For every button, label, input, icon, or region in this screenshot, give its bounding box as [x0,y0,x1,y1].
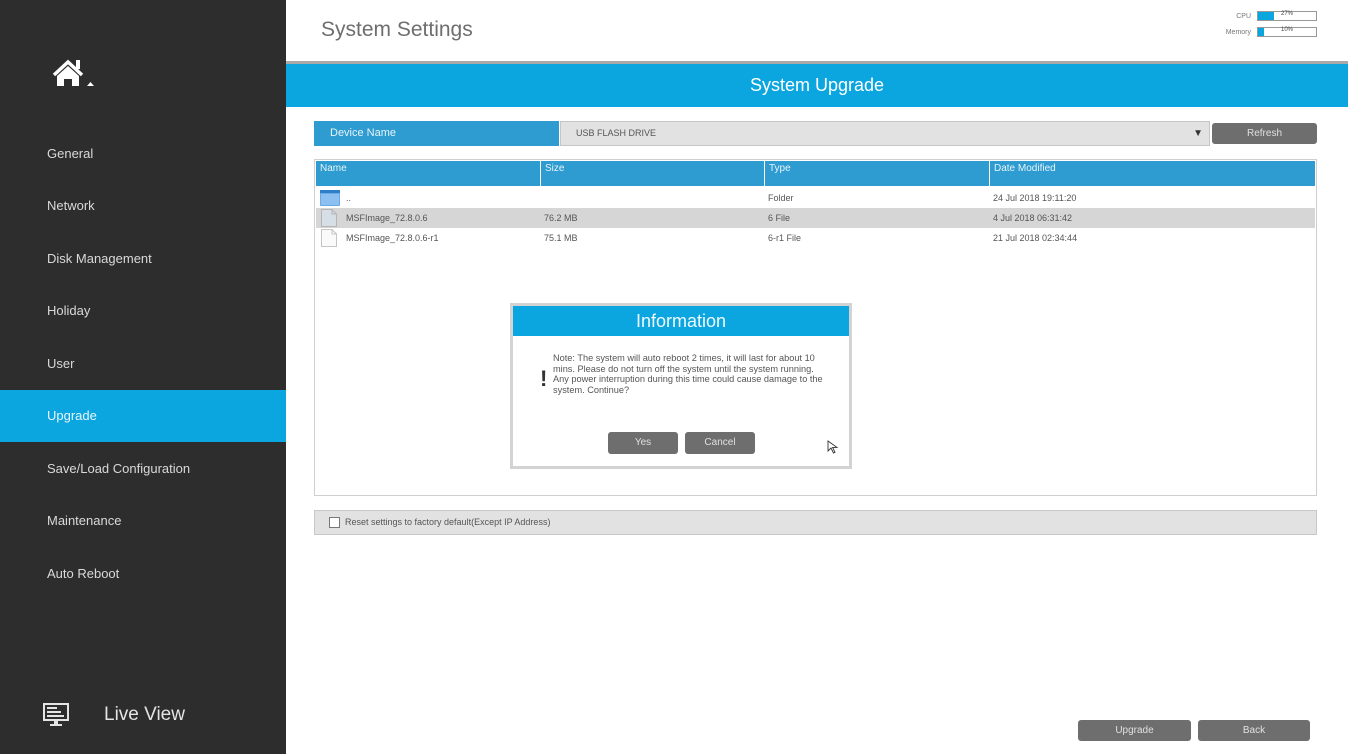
column-header-size[interactable]: Size [541,161,765,186]
section-banner: System Upgrade [286,64,1348,107]
factory-reset-label: Reset settings to factory default(Except… [345,517,551,527]
file-type: 6 File [768,213,791,223]
cancel-button[interactable]: Cancel [685,432,755,454]
sidebar-item-general[interactable]: General [0,128,286,180]
sidebar-item-maintenance[interactable]: Maintenance [0,495,286,547]
dialog-message: Note: The system will auto reboot 2 time… [553,353,823,395]
information-dialog: Information ! Note: The system will auto… [510,303,852,469]
upgrade-button[interactable]: Upgrade [1078,720,1191,741]
home-button[interactable] [52,58,102,98]
memory-bar: 10% [1257,27,1317,37]
table-row[interactable]: MSFImage_72.8.0.6-r1 75.1 MB 6-r1 File 2… [316,228,1315,248]
memory-value: 10% [1280,27,1293,33]
cpu-value: 27% [1280,11,1293,17]
file-size: 75.1 MB [544,233,578,243]
file-size [541,188,765,208]
file-date: 24 Jul 2018 19:11:20 [993,193,1077,203]
table-row[interactable]: MSFImage_72.8.0.6 76.2 MB 6 File 4 Jul 2… [316,208,1315,228]
file-type: Folder [768,193,794,203]
sidebar-item-network[interactable]: Network [0,180,286,232]
file-name: MSFImage_72.8.0.6-r1 [346,233,439,243]
memory-usage: Memory 10% [1206,27,1317,37]
sidebar-item-save-load-configuration[interactable]: Save/Load Configuration [0,443,286,495]
file-size: 76.2 MB [544,213,578,223]
sidebar-item-upgrade[interactable]: Upgrade [0,390,286,442]
column-header-date-modified[interactable]: Date Modified [990,161,1315,186]
yes-button[interactable]: Yes [608,432,678,454]
file-icon [321,209,337,227]
factory-reset-checkbox[interactable] [329,517,340,528]
cpu-label: CPU [1236,12,1251,20]
column-header-name[interactable]: Name [316,161,541,186]
memory-label: Memory [1225,28,1251,36]
factory-reset-option: Reset settings to factory default(Except… [314,510,1317,535]
file-name: .. [346,193,352,203]
sidebar-item-disk-management[interactable]: Disk Management [0,233,286,285]
cpu-bar: 27% [1257,11,1317,21]
table-row[interactable]: .. Folder 24 Jul 2018 19:11:20 [316,188,1315,208]
sidebar-item-user[interactable]: User [0,338,286,390]
chevron-down-icon: ▼ [1193,128,1203,139]
cpu-usage: CPU 27% [1206,11,1317,21]
mouse-cursor-icon [827,440,839,454]
live-view-button[interactable]: Live View [42,700,185,730]
file-date: 21 Jul 2018 02:34:44 [993,233,1078,243]
device-select[interactable]: USB FLASH DRIVE ▼ [560,121,1210,146]
home-icon [52,59,94,86]
file-type: 6-r1 File [768,233,802,243]
live-view-label: Live View [104,704,185,725]
page-title: System Settings [321,18,473,41]
dialog-title: Information [513,306,849,336]
exclamation-icon: ! [540,366,548,391]
sidebar: General Network Disk Management Holiday … [0,0,286,754]
file-date: 4 Jul 2018 06:31:42 [993,213,1073,223]
sidebar-item-holiday[interactable]: Holiday [0,285,286,337]
device-name-label: Device Name [314,121,559,146]
folder-icon [320,190,340,206]
table-header: Name Size Type Date Modified [316,161,1315,186]
column-header-type[interactable]: Type [765,161,990,186]
refresh-button[interactable]: Refresh [1212,123,1317,144]
device-select-value: USB FLASH DRIVE [576,128,657,138]
file-icon [321,229,337,247]
back-button[interactable]: Back [1198,720,1310,741]
file-name: MSFImage_72.8.0.6 [346,213,428,223]
monitor-icon [43,703,69,726]
sidebar-item-auto-reboot[interactable]: Auto Reboot [0,548,286,600]
